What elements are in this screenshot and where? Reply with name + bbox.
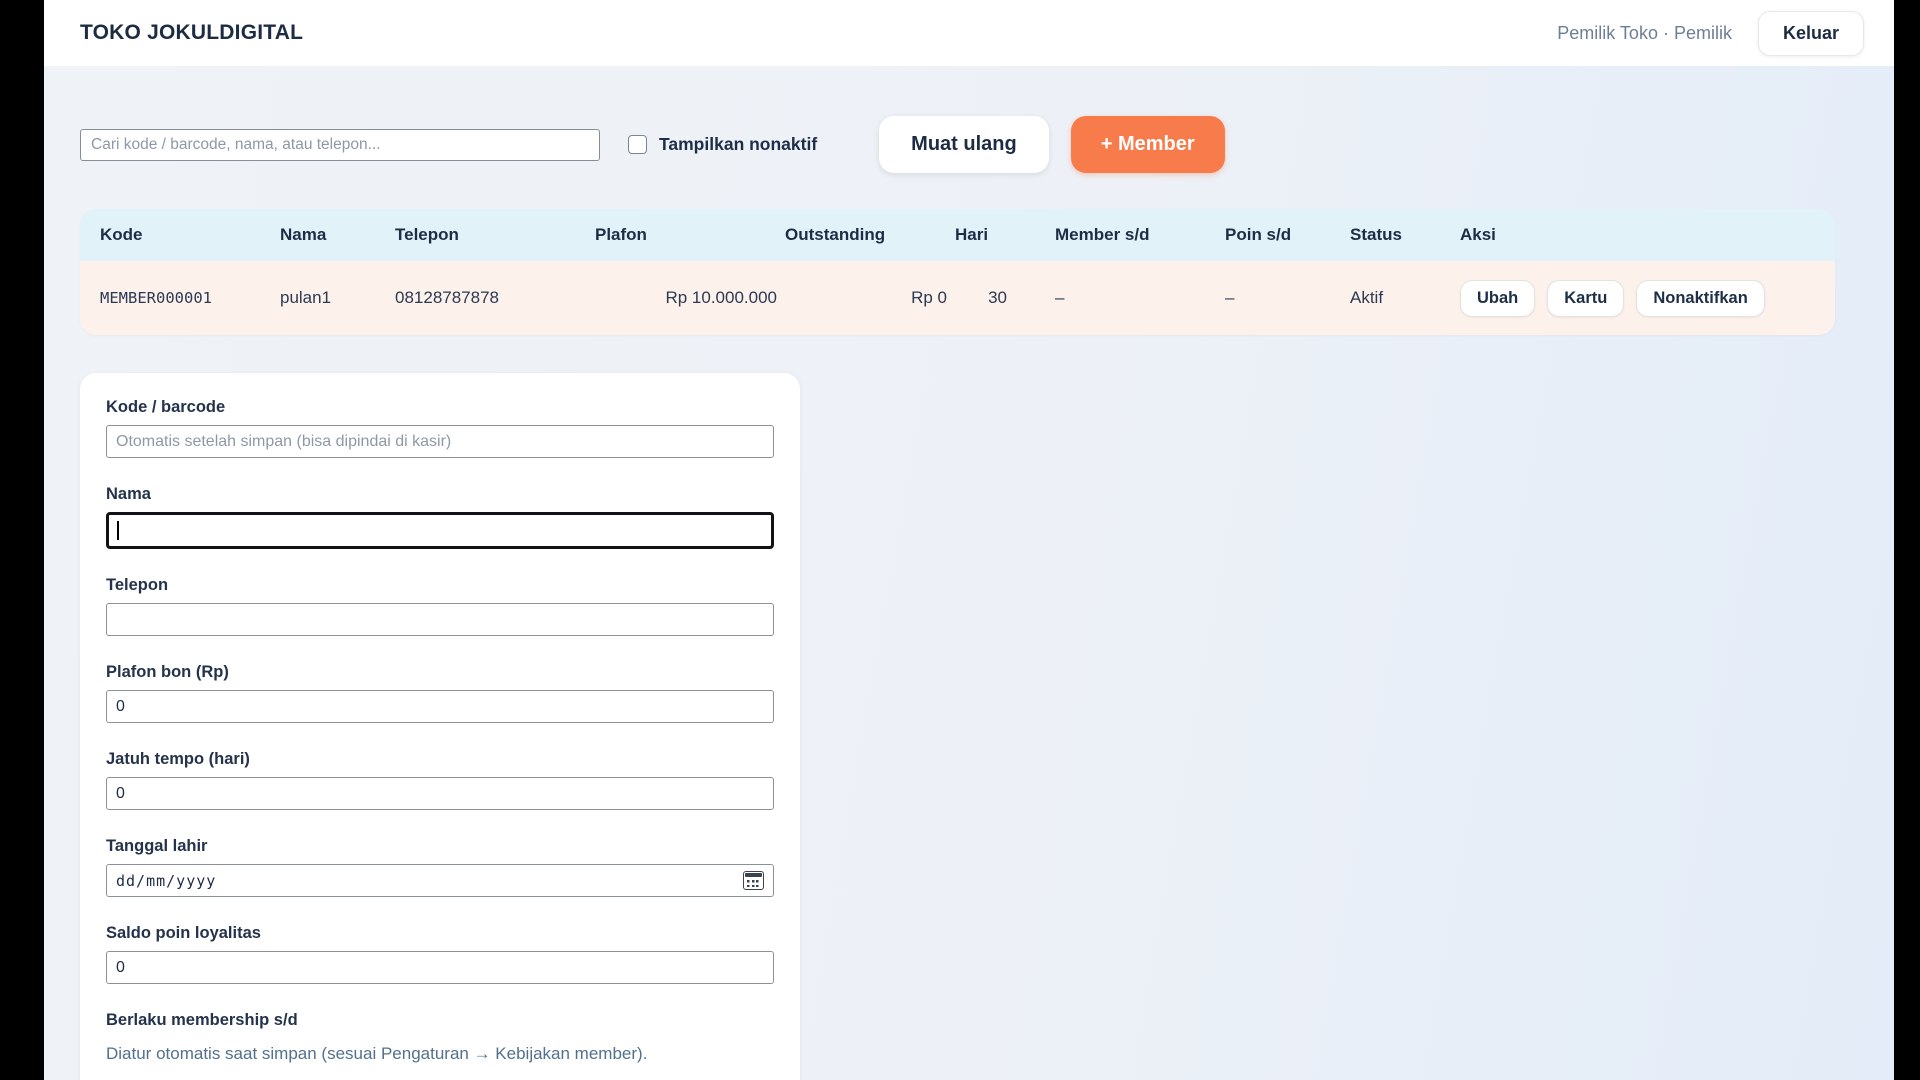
nama-input[interactable]: [106, 512, 774, 549]
membership-label: Berlaku membership s/d: [106, 1010, 774, 1030]
jatuh-tempo-input[interactable]: [106, 777, 774, 810]
nama-label: Nama: [106, 484, 774, 504]
cell-poin-sd: –: [1225, 288, 1350, 308]
col-header-plafon: Plafon: [595, 225, 785, 245]
app-window: TOKO JOKULDIGITAL Pemilik Toko · Pemilik…: [44, 0, 1894, 1080]
show-inactive-label: Tampilkan nonaktif: [659, 134, 817, 155]
show-inactive-wrap: Tampilkan nonaktif: [628, 134, 817, 155]
date-placeholder-text: dd/mm/yyyy: [116, 872, 216, 890]
membership-note: Diatur otomatis saat simpan (sesuai Peng…: [106, 1044, 774, 1064]
field-kode-barcode: Kode / barcode: [106, 397, 774, 458]
field-plafon-bon: Plafon bon (Rp): [106, 662, 774, 723]
top-bar-right: Pemilik Toko · Pemilik Keluar: [1557, 11, 1864, 56]
cell-member-sd: –: [1015, 288, 1225, 308]
store-title: TOKO JOKULDIGITAL: [80, 21, 303, 45]
col-header-outstanding: Outstanding: [785, 225, 955, 245]
field-telepon: Telepon: [106, 575, 774, 636]
kode-barcode-label: Kode / barcode: [106, 397, 774, 417]
kode-barcode-input[interactable]: [106, 425, 774, 458]
members-toolbar: Tampilkan nonaktif Muat ulang + Member: [80, 116, 1894, 173]
member-form-card: Kode / barcode Nama Telepon Plafon bon (…: [80, 373, 800, 1080]
col-header-hari: Hari: [955, 225, 1015, 245]
plafon-bon-input[interactable]: [106, 690, 774, 723]
top-bar: TOKO JOKULDIGITAL Pemilik Toko · Pemilik…: [44, 0, 1894, 66]
cell-telepon: 08128787878: [395, 288, 595, 308]
cell-hari: 30: [955, 288, 1015, 308]
cell-kode: MEMBER000001: [80, 289, 280, 307]
membership-info: Berlaku membership s/d Diatur otomatis s…: [106, 1010, 774, 1064]
text-caret: [117, 521, 119, 540]
table-header-row: Kode Nama Telepon Plafon Outstanding Har…: [80, 209, 1835, 261]
col-header-telepon: Telepon: [395, 225, 595, 245]
cell-plafon: Rp 10.000.000: [595, 288, 785, 308]
table-row: MEMBER000001 pulan1 08128787878 Rp 10.00…: [80, 261, 1835, 335]
tanggal-lahir-input[interactable]: dd/mm/yyyy: [106, 864, 774, 897]
edit-member-button[interactable]: Ubah: [1460, 280, 1535, 317]
reload-button[interactable]: Muat ulang: [879, 116, 1049, 173]
col-header-nama: Nama: [280, 225, 395, 245]
col-header-poin-sd: Poin s/d: [1225, 225, 1350, 245]
telepon-input[interactable]: [106, 603, 774, 636]
main-content: Tampilkan nonaktif Muat ulang + Member K…: [44, 116, 1894, 1080]
members-table: Kode Nama Telepon Plafon Outstanding Har…: [80, 209, 1835, 335]
col-header-status: Status: [1350, 225, 1460, 245]
field-jatuh-tempo: Jatuh tempo (hari): [106, 749, 774, 810]
col-header-kode: Kode: [80, 225, 280, 245]
cell-status: Aktif: [1350, 288, 1460, 308]
user-role-text: Pemilik Toko · Pemilik: [1557, 23, 1732, 44]
calendar-icon[interactable]: [743, 871, 764, 890]
show-inactive-checkbox[interactable]: [628, 135, 647, 154]
search-input[interactable]: [80, 129, 600, 161]
cell-actions: Ubah Kartu Nonaktifkan: [1460, 280, 1835, 317]
card-member-button[interactable]: Kartu: [1547, 280, 1624, 317]
cell-outstanding: Rp 0: [785, 288, 955, 308]
saldo-poin-label: Saldo poin loyalitas: [106, 923, 774, 943]
jatuh-tempo-label: Jatuh tempo (hari): [106, 749, 774, 769]
field-tanggal-lahir: Tanggal lahir dd/mm/yyyy: [106, 836, 774, 897]
add-member-button[interactable]: + Member: [1071, 116, 1225, 173]
cell-nama: pulan1: [280, 288, 395, 308]
logout-button[interactable]: Keluar: [1758, 11, 1864, 56]
field-saldo-poin: Saldo poin loyalitas: [106, 923, 774, 984]
col-header-member-sd: Member s/d: [1015, 225, 1225, 245]
tanggal-lahir-label: Tanggal lahir: [106, 836, 774, 856]
field-nama: Nama: [106, 484, 774, 549]
saldo-poin-input[interactable]: [106, 951, 774, 984]
deactivate-member-button[interactable]: Nonaktifkan: [1636, 280, 1764, 317]
telepon-label: Telepon: [106, 575, 774, 595]
plafon-bon-label: Plafon bon (Rp): [106, 662, 774, 682]
col-header-aksi: Aksi: [1460, 225, 1835, 245]
